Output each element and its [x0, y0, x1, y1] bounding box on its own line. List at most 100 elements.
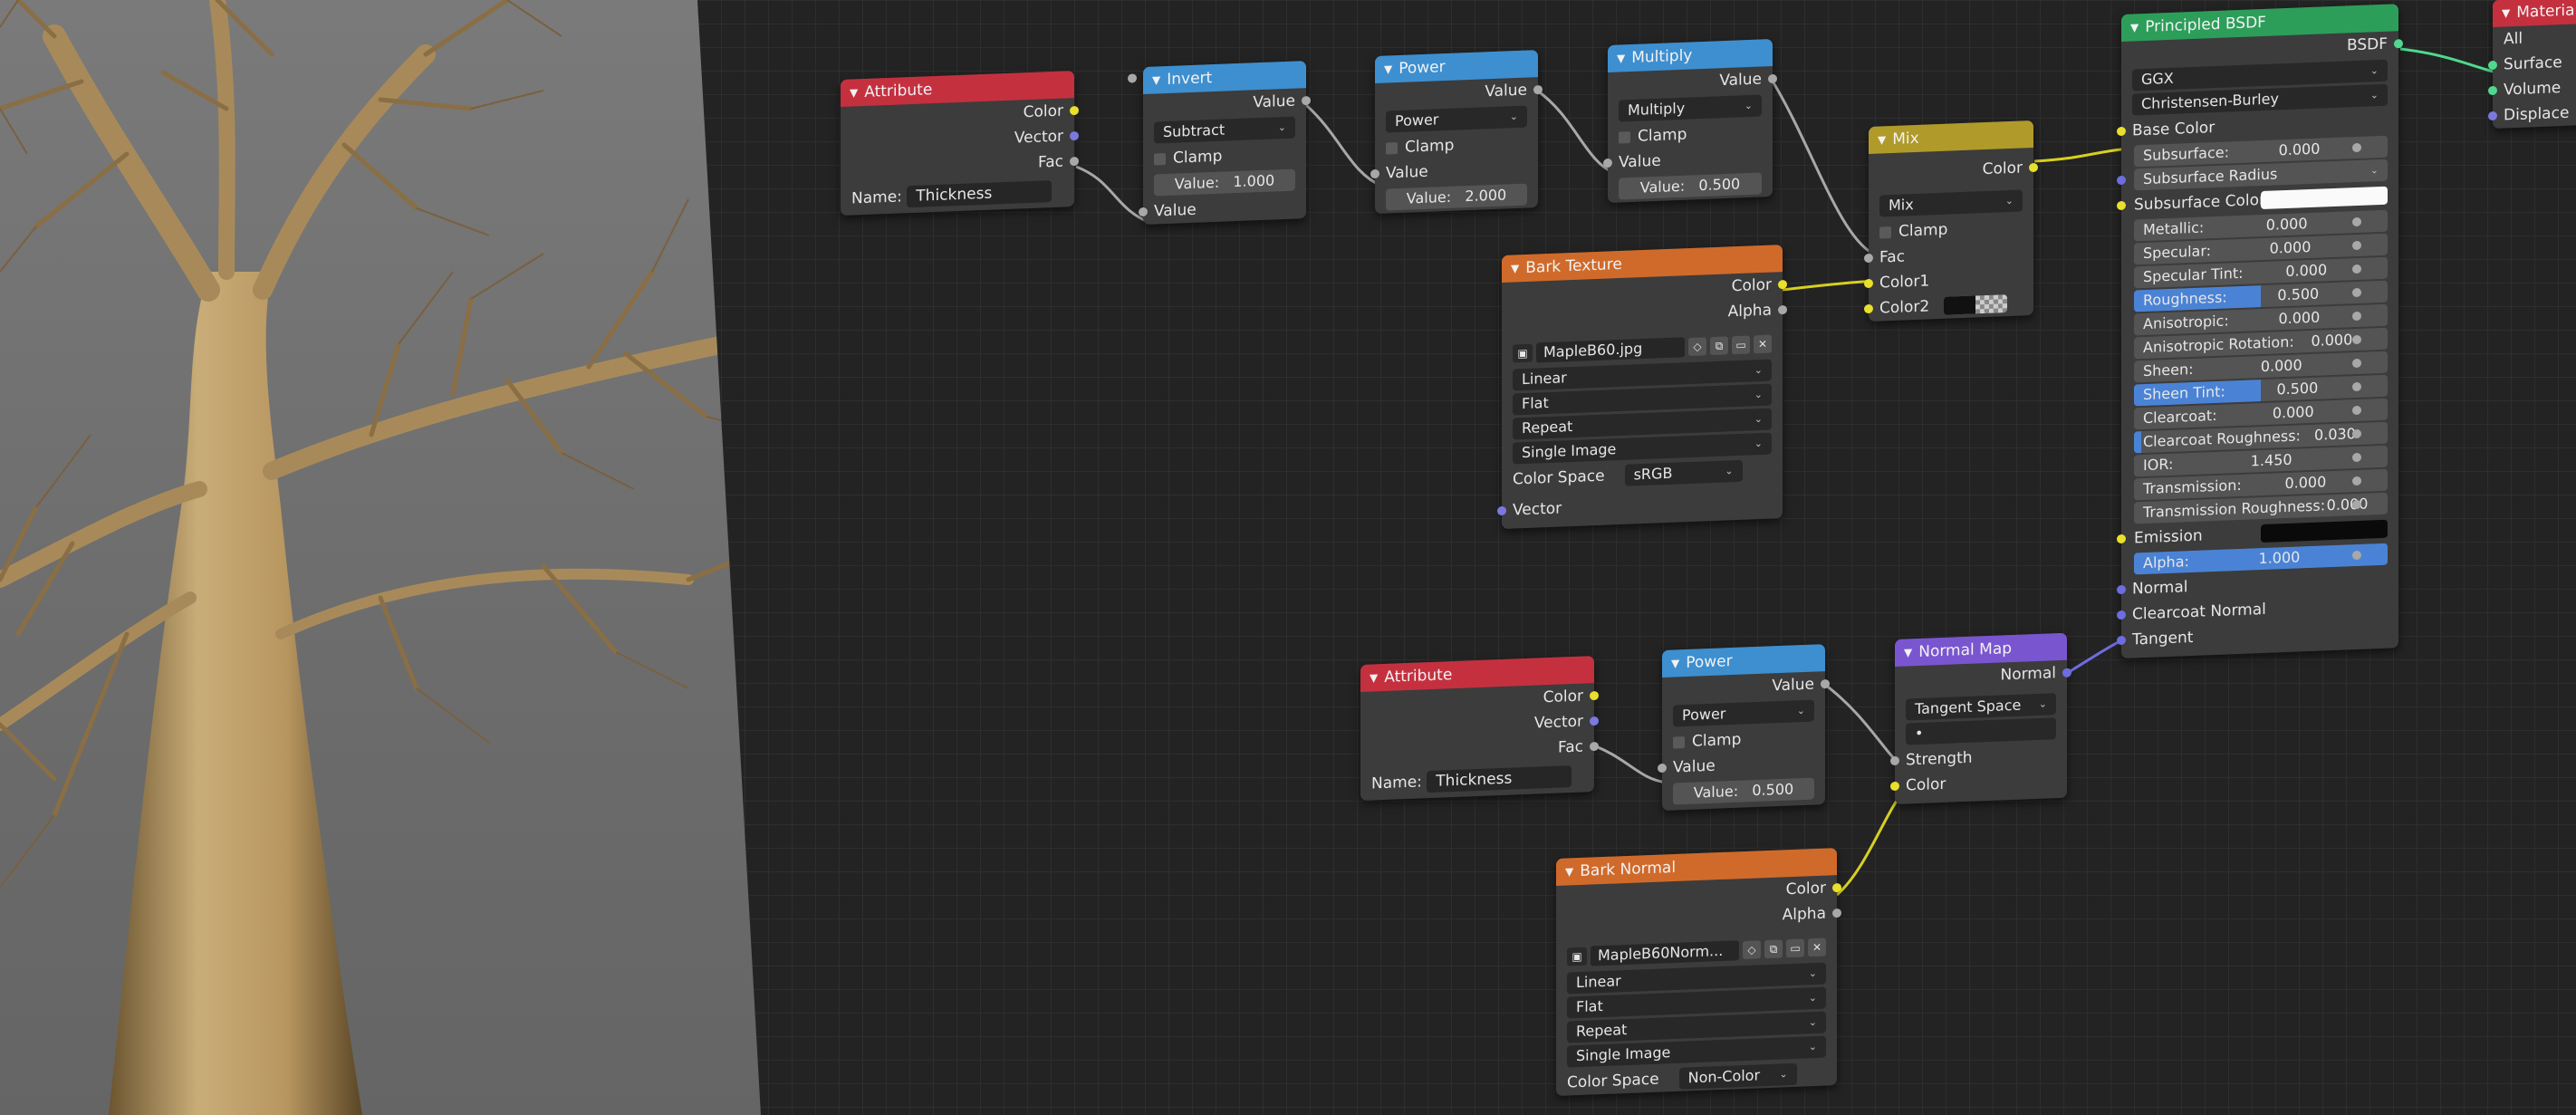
image-icon[interactable]: ▣	[1567, 947, 1587, 966]
colorspace-dropdown[interactable]: sRGB ⌄	[1624, 459, 1743, 486]
clamp-checkbox[interactable]: Clamp	[1143, 140, 1306, 172]
value-field[interactable]: Value: 0.500	[1673, 777, 1814, 805]
socket-icon[interactable]	[2351, 334, 2361, 345]
close-icon[interactable]: ✕	[1808, 937, 1826, 957]
color-swatch[interactable]	[2261, 519, 2388, 543]
image-name-field[interactable]: MapleB60Norm...	[1591, 940, 1739, 966]
collapse-icon[interactable]: ▼	[1511, 262, 1519, 274]
principled-bsdf-node[interactable]: ▼ Principled BSDF BSDF GGX ⌄ Christensen-B…	[2117, 4, 2403, 658]
target-dropdown[interactable]: All	[2493, 23, 2576, 53]
collapse-icon[interactable]: ▼	[850, 86, 858, 99]
socket-icon[interactable]	[2351, 287, 2361, 298]
socket-icon[interactable]	[2117, 584, 2126, 595]
socket-icon[interactable]	[2351, 358, 2361, 369]
socket-icon[interactable]	[1658, 763, 1667, 774]
fake-user-icon[interactable]: ◇	[1743, 940, 1761, 960]
socket-icon[interactable]	[2488, 85, 2497, 96]
input-surface: Surface	[2488, 48, 2576, 78]
input-value: Value	[1658, 749, 1825, 781]
collapse-icon[interactable]: ▼	[1384, 62, 1392, 75]
socket-icon[interactable]	[1603, 158, 1612, 168]
value-field[interactable]: Value: 2.000	[1386, 183, 1527, 211]
collapse-icon[interactable]: ▼	[1617, 52, 1625, 64]
operation-dropdown[interactable]: Power ⌄	[1386, 105, 1527, 133]
socket-icon[interactable]	[2351, 452, 2361, 463]
chevron-down-icon: ⌄	[1754, 388, 1763, 401]
socket-icon[interactable]	[2352, 216, 2361, 227]
socket-icon[interactable]	[2351, 142, 2361, 153]
collapse-icon[interactable]: ▼	[1565, 865, 1573, 878]
socket-icon[interactable]	[1890, 781, 1899, 792]
color-swatch[interactable]	[2261, 186, 2388, 210]
name-field[interactable]: Thickness	[1427, 765, 1572, 793]
checkbox-icon	[1879, 226, 1891, 239]
bark-normal-node[interactable]: ▼ Bark Normal Color Alpha ▣ MapleB60Norm.…	[1556, 848, 1841, 1096]
socket-icon[interactable]	[2488, 111, 2497, 121]
material-output-node[interactable]: ▼ Material All Surface Volume Displace	[2488, 0, 2576, 130]
socket-icon[interactable]	[1497, 505, 1506, 516]
socket-icon[interactable]	[2352, 381, 2361, 392]
power-node-2[interactable]: ▼ Power Value Power ⌄ Clamp Value Value: 0…	[1658, 644, 1830, 811]
socket-icon[interactable]	[2351, 405, 2361, 416]
duplicate-icon[interactable]: ⧉	[1764, 939, 1783, 959]
socket-icon[interactable]	[1890, 755, 1899, 766]
node-header[interactable]: ▼ Mix	[1869, 120, 2033, 154]
socket-icon[interactable]	[2117, 200, 2126, 211]
image-icon[interactable]: ▣	[1513, 343, 1533, 363]
power-node[interactable]: ▼ Power Value Power ⌄ Clamp Value Value: 2…	[1370, 50, 1543, 214]
input-value: Value	[1370, 155, 1538, 187]
image-name-field[interactable]: MapleB60.jpg	[1536, 337, 1685, 363]
socket-icon[interactable]	[2352, 240, 2361, 251]
value-field[interactable]: Value: 1.000	[1128, 73, 1295, 197]
socket-icon[interactable]	[1864, 278, 1873, 289]
socket-icon[interactable]	[2117, 533, 2126, 544]
folder-icon[interactable]: ▭	[1786, 938, 1804, 958]
attribute-node-2[interactable]: ▼ Attribute Color Vector Fac Name: Thickn…	[1360, 656, 1599, 801]
blend-mode-dropdown[interactable]: Mix ⌄	[1879, 189, 2023, 217]
socket-icon[interactable]	[1139, 207, 1148, 217]
socket-icon[interactable]	[1864, 253, 1873, 264]
node-header[interactable]: ▼ Material	[2493, 0, 2576, 28]
color-swatch[interactable]	[1944, 294, 2008, 315]
uv-map-field[interactable]: •	[1906, 717, 2056, 745]
socket-icon[interactable]	[2352, 476, 2361, 486]
checkbox-icon	[1386, 141, 1398, 155]
collapse-icon[interactable]: ▼	[2502, 6, 2510, 19]
fake-user-icon[interactable]: ◇	[1688, 337, 1706, 357]
name-field[interactable]: Thickness	[907, 180, 1053, 208]
multiply-node[interactable]: ▼ Multiply Value Multiply ⌄ Clamp Value Va…	[1603, 39, 1777, 203]
collapse-icon[interactable]: ▼	[1878, 133, 1886, 146]
operation-dropdown[interactable]: Subtract ⌄	[1154, 116, 1295, 144]
bark-texture-node[interactable]: ▼ Bark Texture Color Alpha ▣ MapleB60.jpg…	[1497, 245, 1787, 529]
output-value: Value	[1608, 66, 1777, 98]
collapse-icon[interactable]: ▼	[1370, 671, 1378, 684]
socket-icon[interactable]	[1370, 168, 1379, 179]
colorspace-dropdown[interactable]: Non-Color ⌄	[1678, 1062, 1797, 1090]
socket-icon[interactable]	[2117, 126, 2126, 137]
collapse-icon[interactable]: ▼	[1904, 646, 1912, 658]
socket-icon[interactable]	[2351, 311, 2361, 322]
attribute-node[interactable]: ▼ Attribute Color Vector Fac Name: Thickn…	[841, 71, 1079, 216]
socket-icon[interactable]	[2117, 175, 2126, 186]
socket-icon[interactable]	[2488, 60, 2497, 71]
socket-icon[interactable]	[2117, 610, 2126, 620]
chevron-down-icon: ⌄	[1277, 120, 1286, 134]
socket-icon[interactable]	[2351, 428, 2361, 439]
normal-map-node[interactable]: ▼ Normal Map Normal Tangent Space ⌄ • Stre…	[1890, 632, 2071, 804]
socket-icon[interactable]	[2351, 264, 2361, 274]
collapse-icon[interactable]: ▼	[2130, 21, 2139, 34]
socket-icon[interactable]	[2117, 635, 2126, 646]
space-dropdown[interactable]: Tangent Space ⌄	[1906, 693, 2056, 721]
value-field[interactable]: Value: 0.500	[1619, 172, 1762, 200]
3d-viewport[interactable]	[0, 0, 779, 1115]
duplicate-icon[interactable]: ⧉	[1710, 336, 1728, 356]
collapse-icon[interactable]: ▼	[1671, 657, 1679, 669]
operation-dropdown[interactable]: Power ⌄	[1673, 699, 1814, 727]
socket-icon[interactable]	[1864, 303, 1873, 314]
folder-icon[interactable]: ▭	[1732, 335, 1750, 355]
close-icon[interactable]: ✕	[1754, 334, 1772, 354]
operation-dropdown[interactable]: Multiply ⌄	[1619, 94, 1762, 122]
invert-node[interactable]: ▼ Invert Value Subtract ⌄ Clamp Value: 1.0…	[1128, 61, 1311, 225]
mix-node[interactable]: ▼ Mix Color Mix ⌄ Clamp Fac Color1 Color2	[1864, 120, 2038, 322]
collapse-icon[interactable]: ▼	[1152, 73, 1160, 86]
